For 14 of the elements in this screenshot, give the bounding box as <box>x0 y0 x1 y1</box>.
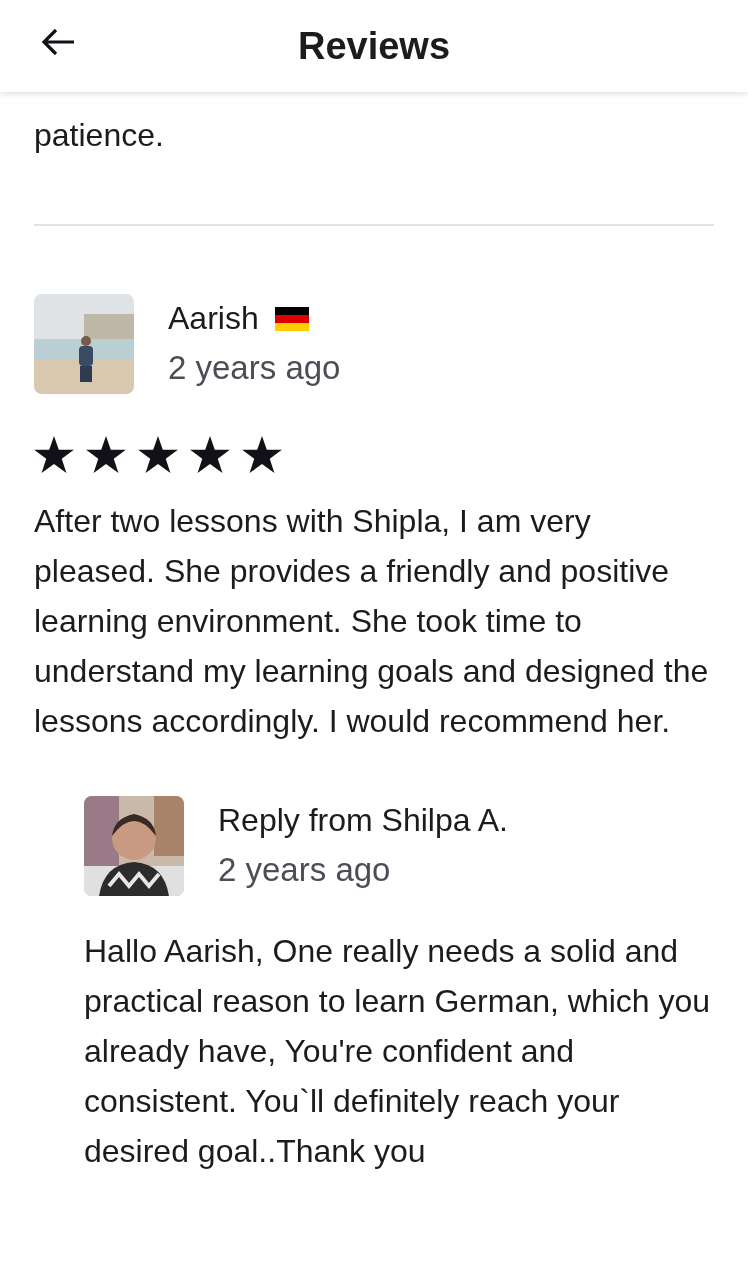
star-icon <box>34 436 74 474</box>
reviewer-name: Aarish <box>168 300 259 337</box>
page-title: Reviews <box>297 24 451 68</box>
reply-author: Reply from Shilpa A. <box>218 802 508 839</box>
star-icon <box>190 436 230 474</box>
review-time: 2 years ago <box>168 349 341 387</box>
star-icon <box>242 436 282 474</box>
star-icon <box>86 436 126 474</box>
review-text: After two lessons with Shipla, I am very pleased. She provides a friendly and positive learning environment. She took time to understand my learning goals and designed the lessons accordingly. I would recommend her. <box>34 502 710 741</box>
flag-icon <box>274 306 309 331</box>
reply-time: 2 years ago <box>218 851 392 889</box>
star-icon <box>138 436 178 474</box>
review-text: patience. <box>34 116 165 155</box>
reply-text: Hallo Aarish, One really needs a solid and practical reason to learn German, which you already have, You're confident and consistent. You`ll definitely reach your desired goal..Thank you <box>84 932 712 1171</box>
